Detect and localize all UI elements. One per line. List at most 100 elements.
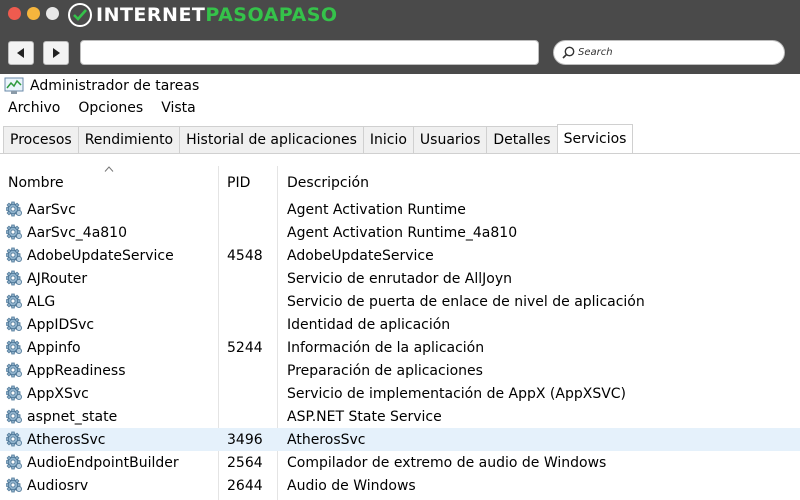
service-description: Servicio de puerta de enlace de nivel de… — [287, 293, 645, 310]
service-name: AdobeUpdateService — [27, 247, 174, 264]
minimize-window-button[interactable] — [27, 7, 40, 20]
window-controls — [8, 7, 59, 20]
service-gear-icon — [6, 431, 22, 447]
close-window-button[interactable] — [8, 7, 21, 20]
service-name: AtherosSvc — [27, 431, 106, 448]
browser-chrome: INTERNET PASOAPASO Search — [0, 0, 800, 74]
service-name: Appinfo — [27, 339, 81, 356]
service-gear-icon — [6, 362, 22, 378]
service-gear-icon — [6, 408, 22, 424]
service-description: Compilador de extremo de audio de Window… — [287, 454, 607, 471]
table-row[interactable]: AppXSvc Servicio de implementación de App… — [0, 382, 800, 405]
tab-procesos[interactable]: Procesos — [3, 126, 78, 154]
column-header-name[interactable]: Nombre — [8, 170, 64, 196]
service-description: Servicio de enrutador de AllJoyn — [287, 270, 512, 287]
menu-archivo[interactable]: Archivo — [8, 100, 60, 116]
service-name-cell: AudioEndpointBuilder — [6, 451, 179, 474]
service-name-cell: aspnet_state — [6, 405, 117, 428]
menu-bar: Archivo Opciones Vista — [8, 100, 196, 116]
back-arrow-icon — [17, 48, 24, 58]
logo-text-internet: INTERNET — [96, 4, 206, 26]
service-name-cell: Appinfo — [6, 336, 81, 359]
window-title-bar: Administrador de tareas — [4, 76, 199, 96]
table-row[interactable]: AdobeUpdateService 4548 AdobeUpdateService — [0, 244, 800, 267]
service-description: Preparación de aplicaciones — [287, 362, 483, 379]
logo-text-pasoapaso: PASOAPASO — [205, 4, 338, 26]
service-gear-icon — [6, 477, 22, 493]
service-name: AppIDSvc — [27, 316, 95, 333]
service-description: Audio de Windows — [287, 477, 416, 494]
search-input[interactable]: Search — [553, 40, 785, 65]
service-gear-icon — [6, 247, 22, 263]
back-button[interactable] — [8, 41, 34, 65]
table-row[interactable]: AppIDSvc Identidad de aplicación — [0, 313, 800, 336]
service-description: ASP.NET State Service — [287, 408, 442, 425]
service-name: AarSvc — [27, 201, 76, 218]
service-description: Agent Activation Runtime_4a810 — [287, 224, 518, 241]
service-name: aspnet_state — [27, 408, 118, 425]
tab-rendimiento[interactable]: Rendimiento — [77, 126, 180, 154]
menu-opciones[interactable]: Opciones — [78, 100, 143, 116]
table-row[interactable]: AppReadiness Preparación de aplicaciones — [0, 359, 800, 382]
logo-check-icon — [68, 3, 92, 27]
service-name: AppReadiness — [27, 362, 126, 379]
maximize-window-button[interactable] — [46, 7, 59, 20]
service-pid: 4548 — [227, 247, 263, 264]
service-description: Agent Activation Runtime — [287, 201, 466, 218]
service-name-cell: Audiosrv — [6, 474, 88, 497]
service-name-cell: AtherosSvc — [6, 428, 105, 451]
task-manager-icon — [4, 77, 24, 94]
service-gear-icon — [6, 293, 22, 309]
service-pid: 3496 — [227, 431, 263, 448]
table-row[interactable]: aspnet_state ASP.NET State Service — [0, 405, 800, 428]
service-gear-icon — [6, 270, 22, 286]
service-gear-icon — [6, 454, 22, 470]
service-name-cell: AppIDSvc — [6, 313, 94, 336]
table-row[interactable]: Appinfo 5244 Información de la aplicación — [0, 336, 800, 359]
tab-usuarios[interactable]: Usuarios — [412, 126, 487, 154]
table-row[interactable]: Audiosrv 2644 Audio de Windows — [0, 474, 800, 497]
service-pid: 5244 — [227, 339, 263, 356]
column-header-description[interactable]: Descripción — [287, 170, 369, 196]
table-row[interactable]: AarSvc Agent Activation Runtime — [0, 198, 800, 221]
app-title: Administrador de tareas — [30, 78, 200, 94]
service-pid: 2564 — [227, 454, 263, 471]
service-gear-icon — [6, 201, 22, 217]
tab-servicios[interactable]: Servicios — [556, 124, 634, 154]
service-gear-icon — [6, 339, 22, 355]
service-name-cell: AdobeUpdateService — [6, 244, 174, 267]
table-row[interactable]: AJRouter Servicio de enrutador de AllJoyn — [0, 267, 800, 290]
table-row[interactable]: AarSvc_4a810 Agent Activation Runtime_4a8… — [0, 221, 800, 244]
search-icon — [562, 46, 575, 59]
tab-divider — [0, 153, 800, 154]
table-row[interactable]: ALG Servicio de puerta de enlace de nivel… — [0, 290, 800, 313]
sort-ascending-icon — [104, 166, 114, 172]
service-description: AtherosSvc — [287, 431, 366, 448]
service-name-cell: ALG — [6, 290, 55, 313]
table-row[interactable]: AudioEndpointBuilder 2564 Compilador de ex… — [0, 451, 800, 474]
service-gear-icon — [6, 316, 22, 332]
tab-strip: Procesos Rendimiento Historial de aplica… — [3, 124, 634, 154]
table-row[interactable]: AtherosSvc 3496 AtherosSvc — [0, 428, 800, 451]
tab-detalles[interactable]: Detalles — [486, 126, 557, 154]
service-name: ALG — [27, 293, 56, 310]
service-description: AdobeUpdateService — [287, 247, 434, 264]
service-name-cell: AJRouter — [6, 267, 87, 290]
site-logo: INTERNET PASOAPASO — [68, 3, 338, 27]
service-gear-icon — [6, 224, 22, 240]
service-name: Audiosrv — [27, 477, 89, 494]
forward-button[interactable] — [43, 41, 69, 65]
tab-inicio[interactable]: Inicio — [362, 126, 413, 154]
service-name: AJRouter — [27, 270, 88, 287]
service-pid: 2644 — [227, 477, 263, 494]
service-name-cell: AppReadiness — [6, 359, 126, 382]
service-name-cell: AarSvc_4a810 — [6, 221, 127, 244]
tab-historial[interactable]: Historial de aplicaciones — [179, 126, 363, 154]
service-description: Información de la aplicación — [287, 339, 485, 356]
service-name: AarSvc_4a810 — [27, 224, 127, 241]
column-header-pid[interactable]: PID — [227, 170, 250, 196]
menu-vista[interactable]: Vista — [161, 100, 196, 116]
service-name: AppXSvc — [27, 385, 89, 402]
service-name-cell: AarSvc — [6, 198, 76, 221]
address-bar[interactable] — [80, 40, 539, 65]
